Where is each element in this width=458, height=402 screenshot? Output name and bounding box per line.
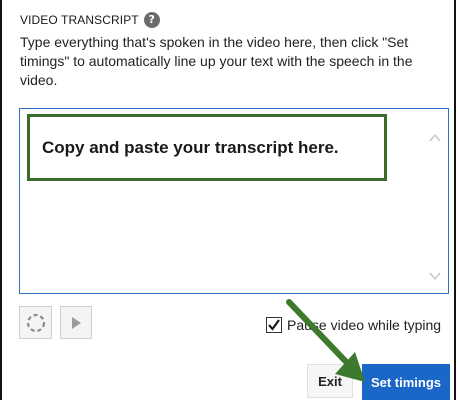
set-timings-button[interactable]: Set timings <box>362 364 450 400</box>
play-icon <box>72 316 81 329</box>
checkmark-icon <box>268 319 280 331</box>
pause-label: Pause video while typing <box>287 317 442 333</box>
exit-button[interactable]: Exit <box>307 364 353 398</box>
pause-while-typing-option[interactable]: Pause video while typing <box>266 317 441 333</box>
section-title: VIDEO TRANSCRIPT <box>20 13 139 27</box>
callout-text: Copy and paste your transcript here. <box>42 137 339 157</box>
scrollbar[interactable] <box>424 109 448 293</box>
play-button[interactable] <box>60 306 92 339</box>
scroll-up-icon[interactable] <box>428 131 442 145</box>
refresh-icon <box>26 313 45 332</box>
transcript-callout: Copy and paste your transcript here. <box>27 114 387 181</box>
instructions-text: Type everything that's spoken in the vid… <box>20 34 413 88</box>
section-header: VIDEO TRANSCRIPT ? <box>20 12 160 28</box>
refresh-button[interactable] <box>19 306 52 339</box>
pause-checkbox[interactable] <box>266 317 282 333</box>
scroll-down-icon[interactable] <box>428 269 442 283</box>
help-icon[interactable]: ? <box>143 12 160 28</box>
